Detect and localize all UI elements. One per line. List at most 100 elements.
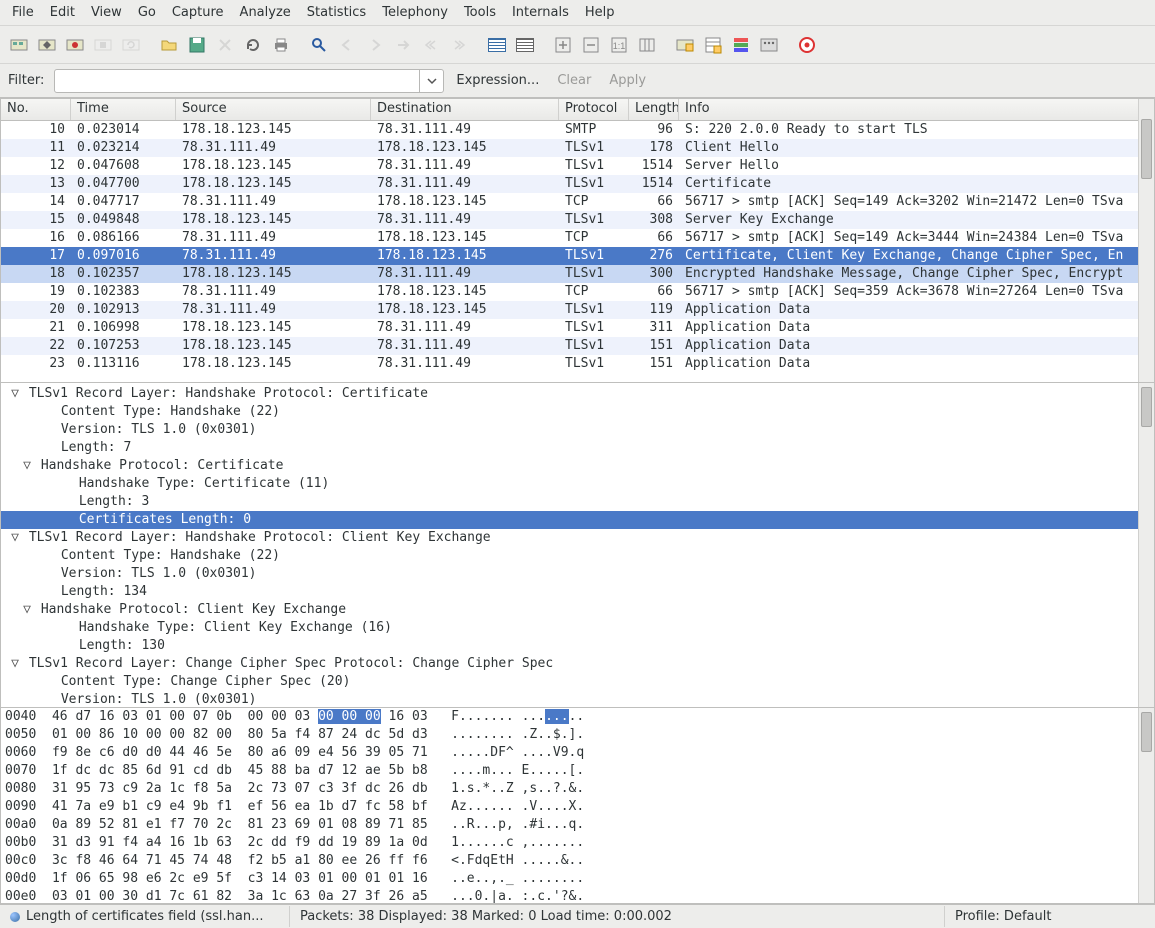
reload-button[interactable] [240,32,266,58]
hex-row[interactable]: 0080 31 95 73 c9 2a 1c f8 5a 2c 73 07 c3… [1,780,1154,798]
menu-analyze[interactable]: Analyze [232,2,299,23]
coloring-rules-button[interactable] [728,32,754,58]
tree-row[interactable]: Length: 7 [1,439,1154,457]
tree-row[interactable]: Length: 130 [1,637,1154,655]
menu-internals[interactable]: Internals [504,2,577,23]
expander-icon[interactable]: ▽ [9,385,21,403]
hex-row[interactable]: 00c0 3c f8 46 64 71 45 74 48 f2 b5 a1 80… [1,852,1154,870]
menu-telephony[interactable]: Telephony [374,2,456,23]
packet-row[interactable]: 140.04771778.31.111.49178.18.123.145TCP6… [1,193,1154,211]
expert-info-icon[interactable] [10,912,20,922]
col-destination[interactable]: Destination [371,99,559,120]
col-source[interactable]: Source [176,99,371,120]
packet-list-scrollbar[interactable] [1138,99,1154,382]
help-button[interactable] [794,32,820,58]
col-info[interactable]: Info [679,99,1154,120]
expander-icon[interactable]: ▽ [9,655,21,673]
details-scrollbar[interactable] [1138,383,1154,707]
menu-edit[interactable]: Edit [42,2,83,23]
col-time[interactable]: Time [71,99,176,120]
interfaces-button[interactable] [6,32,32,58]
col-no[interactable]: No. [1,99,71,120]
expander-icon[interactable]: ▽ [21,601,33,619]
hex-row[interactable]: 00b0 31 d3 91 f4 a4 16 1b 63 2c dd f9 dd… [1,834,1154,852]
tree-row[interactable]: Content Type: Handshake (22) [1,547,1154,565]
zoom-reset-button[interactable]: 1:1 [606,32,632,58]
tree-row[interactable]: ▽ TLSv1 Record Layer: Handshake Protocol… [1,529,1154,547]
menu-go[interactable]: Go [130,2,164,23]
packet-row[interactable]: 150.049848178.18.123.14578.31.111.49TLSv… [1,211,1154,229]
hex-row[interactable]: 0060 f9 8e c6 d0 d0 44 46 5e 80 a6 09 e4… [1,744,1154,762]
menu-file[interactable]: File [4,2,42,23]
menu-view[interactable]: View [83,2,130,23]
tree-row[interactable]: Length: 134 [1,583,1154,601]
hex-dump[interactable]: 0040 46 d7 16 03 01 00 07 0b 00 00 03 00… [1,708,1154,904]
tree-row[interactable]: ▽ TLSv1 Record Layer: Change Cipher Spec… [1,655,1154,673]
hex-row[interactable]: 0070 1f dc dc 85 6d 91 cd db 45 88 ba d7… [1,762,1154,780]
packet-row[interactable]: 220.107253178.18.123.14578.31.111.49TLSv… [1,337,1154,355]
go-last-button[interactable] [446,32,472,58]
hex-row[interactable]: 00a0 0a 89 52 81 e1 f7 70 2c 81 23 69 01… [1,816,1154,834]
preferences-button[interactable] [756,32,782,58]
packet-row[interactable]: 110.02321478.31.111.49178.18.123.145TLSv… [1,139,1154,157]
go-to-packet-button[interactable] [390,32,416,58]
tree-row[interactable]: Content Type: Change Cipher Spec (20) [1,673,1154,691]
hex-row[interactable]: 0090 41 7a e9 b1 c9 e4 9b f1 ef 56 ea 1b… [1,798,1154,816]
display-filters-button[interactable] [700,32,726,58]
close-file-button[interactable] [212,32,238,58]
filter-apply-button[interactable]: Apply [603,73,652,88]
packet-row[interactable]: 180.102357178.18.123.14578.31.111.49TLSv… [1,265,1154,283]
zoom-out-button[interactable] [578,32,604,58]
resize-columns-button[interactable] [634,32,660,58]
capture-options-button[interactable] [34,32,60,58]
tree-row[interactable]: Handshake Type: Client Key Exchange (16) [1,619,1154,637]
auto-scroll-button[interactable] [512,32,538,58]
zoom-in-button[interactable] [550,32,576,58]
go-back-button[interactable] [334,32,360,58]
print-button[interactable] [268,32,294,58]
filter-expression-button[interactable]: Expression... [450,73,545,88]
col-length[interactable]: Length [629,99,679,120]
hex-row[interactable]: 00e0 03 01 00 30 d1 7c 61 82 3a 1c 63 0a… [1,888,1154,904]
filter-dropdown-icon[interactable] [419,70,443,92]
expander-icon[interactable]: ▽ [21,457,33,475]
details-tree[interactable]: ▽ TLSv1 Record Layer: Handshake Protocol… [1,383,1154,708]
hex-row[interactable]: 0040 46 d7 16 03 01 00 07 0b 00 00 03 00… [1,708,1154,726]
packet-row[interactable]: 130.047700178.18.123.14578.31.111.49TLSv… [1,175,1154,193]
menu-help[interactable]: Help [577,2,623,23]
packet-bytes-pane[interactable]: 0040 46 d7 16 03 01 00 07 0b 00 00 03 00… [0,708,1155,904]
packet-details-pane[interactable]: ▽ TLSv1 Record Layer: Handshake Protocol… [0,383,1155,708]
tree-row[interactable]: Certificates Length: 0 [1,511,1154,529]
start-capture-button[interactable] [62,32,88,58]
packet-row[interactable]: 160.08616678.31.111.49178.18.123.145TCP6… [1,229,1154,247]
expander-icon[interactable]: ▽ [9,529,21,547]
filter-clear-button[interactable]: Clear [551,73,597,88]
tree-row[interactable]: ▽ TLSv1 Record Layer: Handshake Protocol… [1,385,1154,403]
packet-row[interactable]: 230.113116178.18.123.14578.31.111.49TLSv… [1,355,1154,373]
colorize-button[interactable] [484,32,510,58]
menu-statistics[interactable]: Statistics [299,2,374,23]
tree-row[interactable]: Version: TLS 1.0 (0x0301) [1,691,1154,708]
tree-row[interactable]: Handshake Type: Certificate (11) [1,475,1154,493]
packet-row[interactable]: 190.10238378.31.111.49178.18.123.145TCP6… [1,283,1154,301]
find-button[interactable] [306,32,332,58]
packet-list-body[interactable]: 100.023014178.18.123.14578.31.111.49SMTP… [1,121,1154,382]
menu-capture[interactable]: Capture [164,2,232,23]
packet-row[interactable]: 170.09701678.31.111.49178.18.123.145TLSv… [1,247,1154,265]
tree-row[interactable]: Content Type: Handshake (22) [1,403,1154,421]
capture-filters-button[interactable] [672,32,698,58]
go-first-button[interactable] [418,32,444,58]
tree-row[interactable]: Version: TLS 1.0 (0x0301) [1,565,1154,583]
packet-list-header[interactable]: No. Time Source Destination Protocol Len… [1,99,1154,121]
tree-row[interactable]: ▽ Handshake Protocol: Certificate [1,457,1154,475]
stop-capture-button[interactable] [90,32,116,58]
packet-row[interactable]: 120.047608178.18.123.14578.31.111.49TLSv… [1,157,1154,175]
packet-row[interactable]: 200.10291378.31.111.49178.18.123.145TLSv… [1,301,1154,319]
save-file-button[interactable] [184,32,210,58]
packet-row[interactable]: 210.106998178.18.123.14578.31.111.49TLSv… [1,319,1154,337]
filter-input[interactable] [55,70,419,92]
hex-row[interactable]: 00d0 1f 06 65 98 e6 2c e9 5f c3 14 03 01… [1,870,1154,888]
go-forward-button[interactable] [362,32,388,58]
tree-row[interactable]: Version: TLS 1.0 (0x0301) [1,421,1154,439]
open-file-button[interactable] [156,32,182,58]
